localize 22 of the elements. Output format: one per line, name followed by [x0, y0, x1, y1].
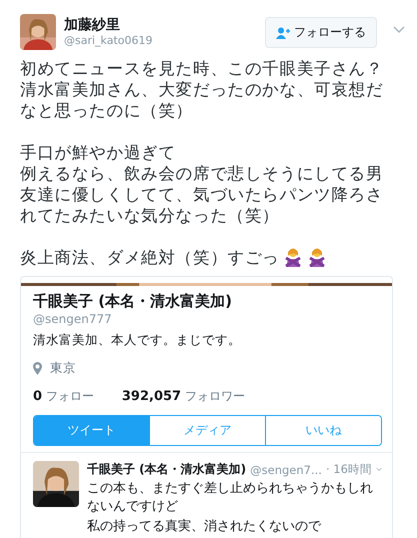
tweet-text: 例えるなら、飲み会の席で悲しそうにしてる男友達に優しくしてて、気づいたらパンツ降ろされてたみたいな気分なった（笑） — [20, 163, 384, 226]
location-pin-icon — [33, 362, 42, 375]
follow-button[interactable]: フォローする — [265, 17, 377, 48]
tweet-text: 初めてニュースを見た時、この千眼美子さん？清水富美加さん、大変だったのかな、可哀想だなと思ったのに（笑） — [20, 58, 384, 121]
profile-stat[interactable]: 392,057 フォロワー — [122, 388, 245, 405]
location-text: 東京 — [50, 360, 76, 377]
user-name[interactable]: 加藤紗里 — [64, 16, 257, 34]
tweet-text: 私の持ってる真実、消されたくないので — [87, 518, 322, 536]
profile-bio: 清水富美加、本人です。まじです。 — [33, 332, 242, 349]
chevron-down-icon[interactable] — [376, 466, 382, 473]
add-user-icon — [276, 26, 290, 38]
user-handle: @sari_kato0619 — [64, 34, 154, 47]
chevron-down-icon[interactable] — [393, 26, 405, 34]
tweet-text: この本も、またすぐ差し止められちゃうかもしれないんですけど — [87, 480, 374, 516]
profile-stat[interactable]: 0 フォロー — [33, 388, 94, 405]
tweet-time: · 16時間 — [326, 462, 372, 477]
profile-handle: @sengen777 — [33, 312, 113, 326]
tweet-author-name[interactable]: 千眼美子 (本名・清水富美加) — [87, 461, 246, 478]
tweet-text: 炎上商法、ダメ絶対（笑）すごっ — [20, 247, 280, 268]
tweet-text: 手口が鮮やか過ぎて — [20, 142, 177, 163]
profile-name[interactable]: 千眼美子 (本名・清水富美加) — [33, 292, 382, 311]
tweet-author-handle: @sengen7... — [250, 462, 322, 476]
